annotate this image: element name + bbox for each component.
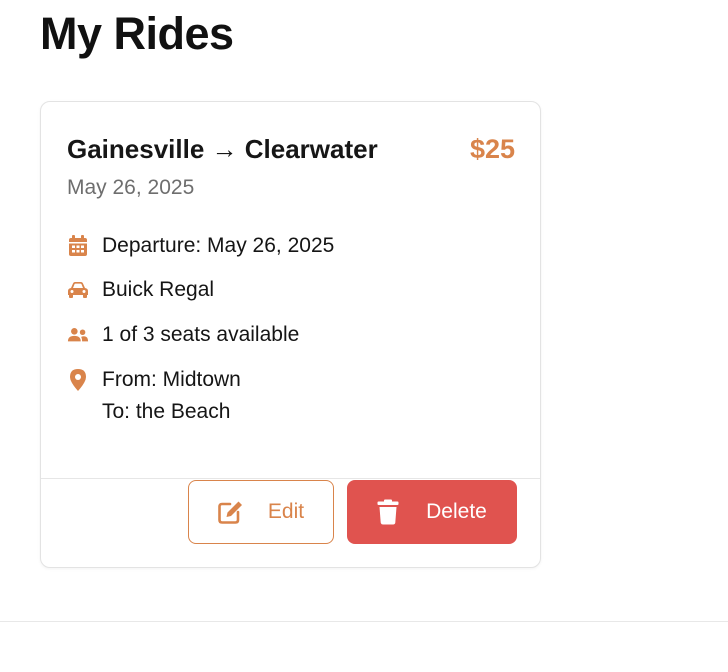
departure-row: Departure: May 26, 2025	[67, 230, 334, 262]
car-icon	[67, 274, 89, 306]
seats-row: 1 of 3 seats available	[67, 319, 299, 351]
trash-icon	[377, 499, 399, 525]
card-divider	[41, 478, 540, 479]
page: My Rides Gainesville → Clearwater $25 Ma…	[0, 0, 728, 672]
edit-label: Edit	[267, 500, 305, 523]
delete-label: Delete	[426, 500, 487, 523]
departure-text: Departure: May 26, 2025	[102, 234, 335, 257]
page-title: My Rides	[40, 8, 234, 59]
ride-date: May 26, 2025	[67, 176, 195, 199]
ride-price: $25	[469, 134, 515, 164]
delete-button[interactable]: Delete	[347, 480, 517, 544]
ride-route: Gainesville → Clearwater	[67, 134, 378, 164]
to-text: To: the Beach	[102, 400, 231, 423]
seats-text: 1 of 3 seats available	[102, 323, 300, 346]
from-text: From: Midtown	[102, 368, 241, 391]
vehicle-text: Buick Regal	[102, 278, 215, 301]
map-pin-icon	[67, 364, 89, 396]
users-icon	[67, 319, 89, 351]
edit-button[interactable]: Edit	[188, 480, 334, 544]
location-text: From: Midtown To: the Beach	[102, 364, 241, 428]
vehicle-row: Buick Regal	[67, 274, 214, 306]
page-divider	[0, 621, 728, 622]
calendar-icon	[67, 230, 89, 262]
edit-icon	[218, 500, 244, 524]
ride-card: Gainesville → Clearwater $25 May 26, 202…	[40, 101, 541, 568]
location-row: From: Midtown To: the Beach	[67, 364, 241, 428]
